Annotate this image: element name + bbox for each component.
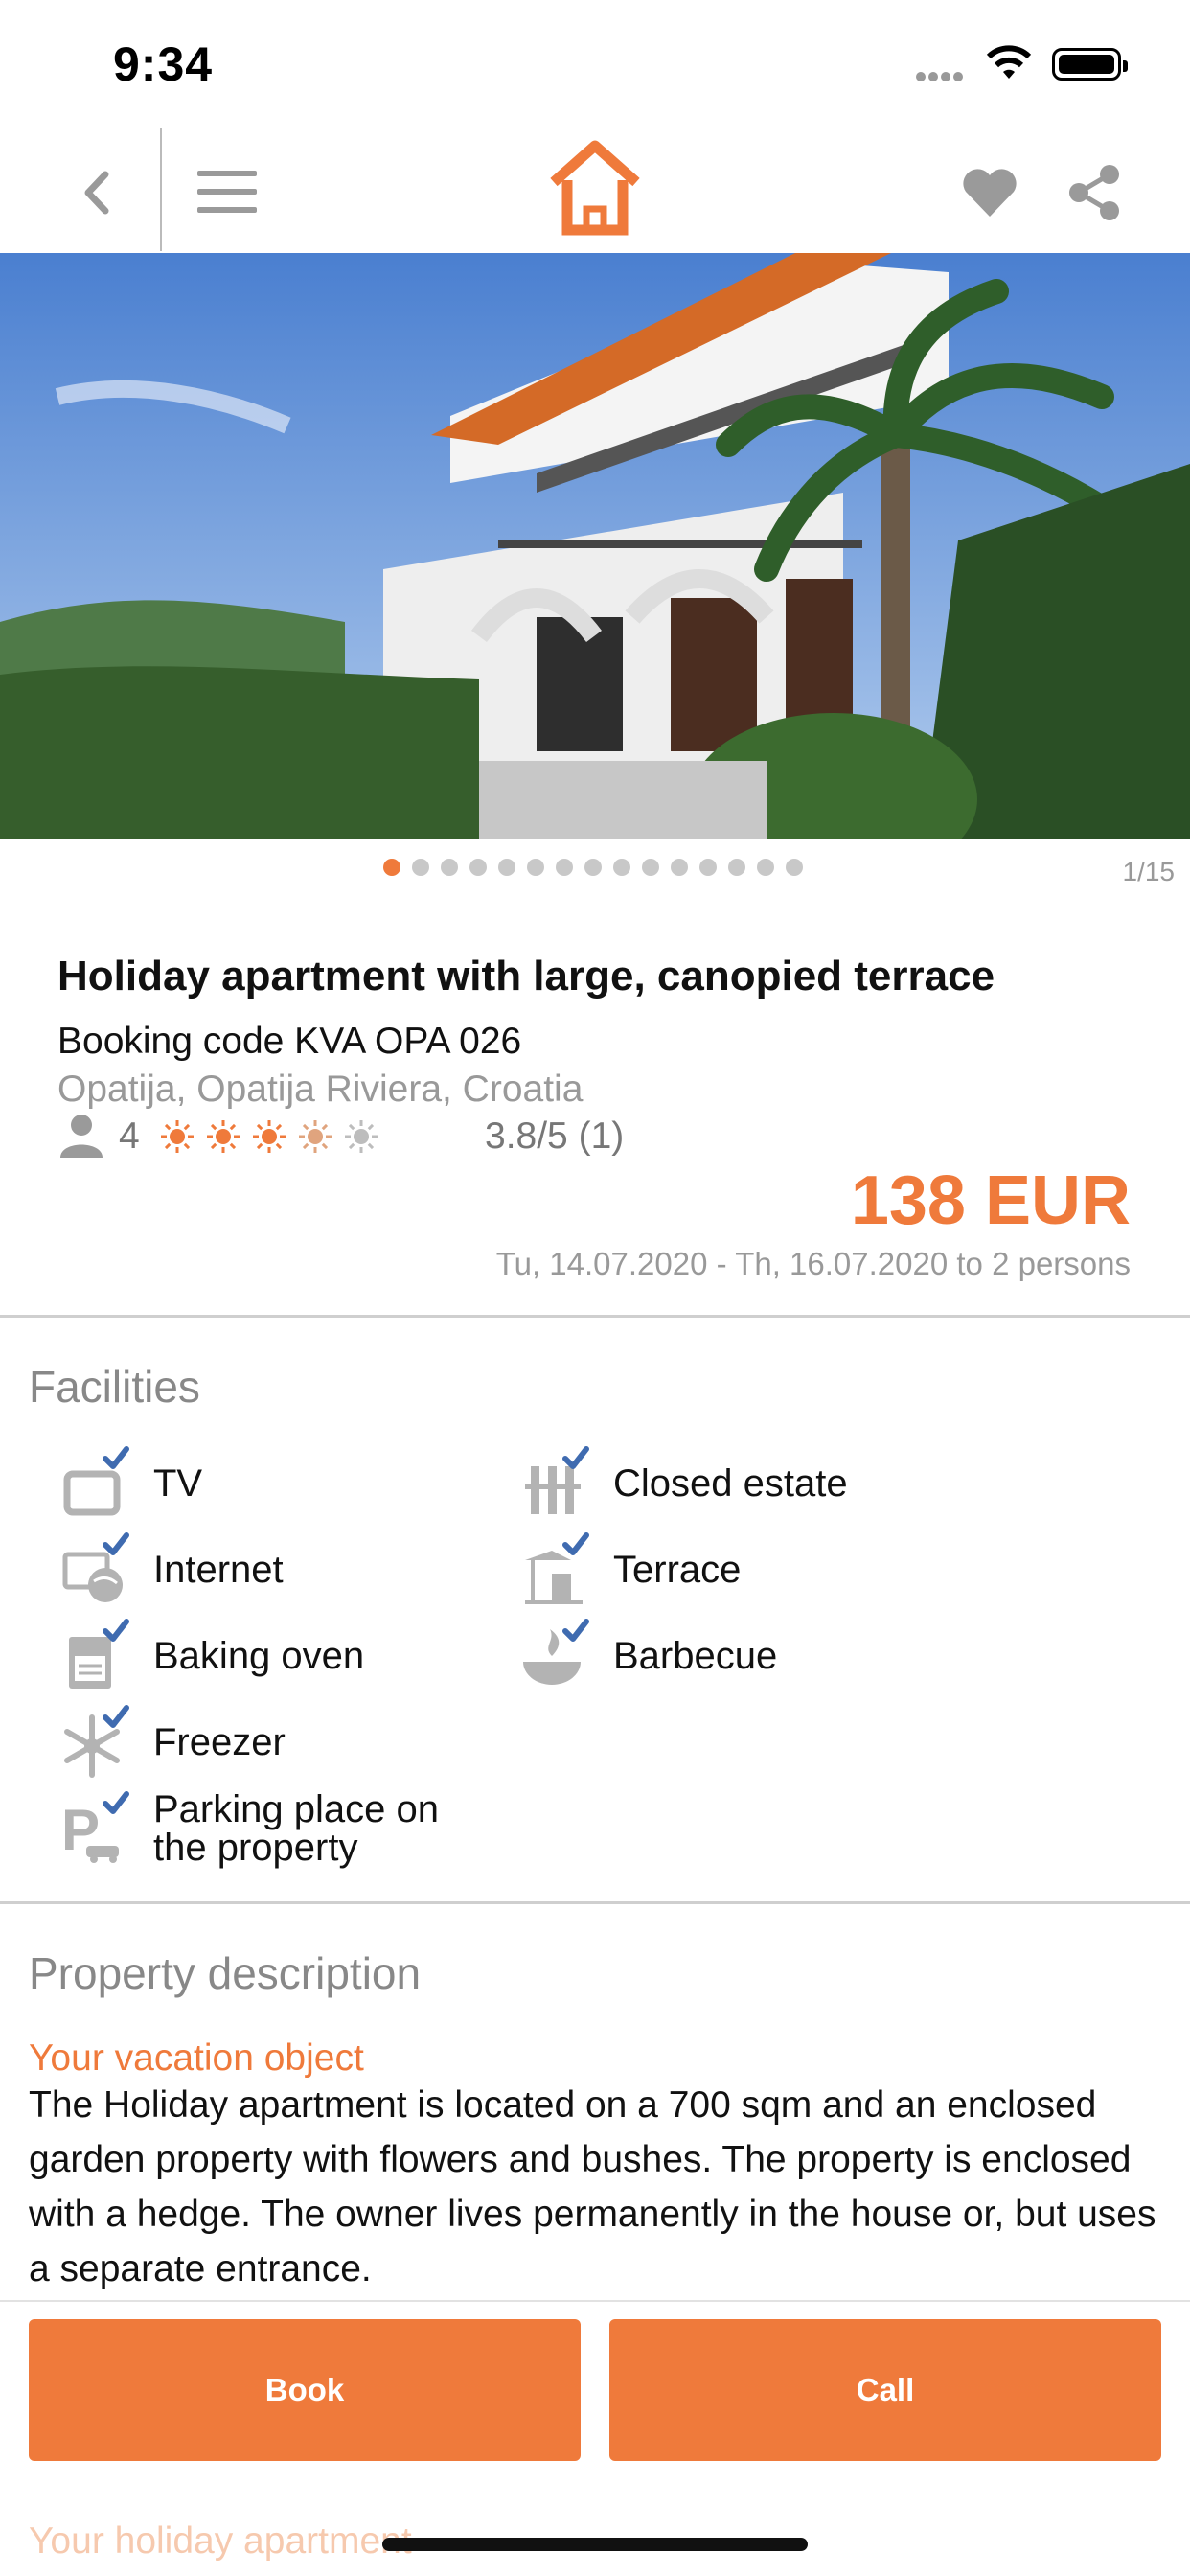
price: 138 EUR <box>850 1162 1131 1239</box>
oven-icon <box>57 1618 134 1694</box>
next-section-heading: Your holiday apartment <box>29 2520 412 2562</box>
carousel-dot[interactable] <box>642 859 659 876</box>
listing-title: Holiday apartment with large, canopied t… <box>57 953 995 1000</box>
carousel-dot[interactable] <box>556 859 573 876</box>
back-button[interactable] <box>67 161 130 224</box>
travel-dates[interactable]: Tu, 14.07.2020 - Th, 16.07.2020 to 2 per… <box>496 1246 1131 1282</box>
cellular-signal-icon <box>916 69 966 86</box>
divider <box>0 1315 1190 1318</box>
carousel-dot[interactable] <box>469 859 487 876</box>
photo-pagination-dots[interactable] <box>383 859 814 881</box>
listing-location: Opatija, Opatija Riviera, Croatia <box>57 1069 584 1110</box>
facility-label: Closed estate <box>613 1462 848 1505</box>
facility-item: Closed estate <box>517 1445 848 1522</box>
facilities-heading: Facilities <box>29 1362 200 1412</box>
facility-label: TV <box>153 1462 203 1505</box>
carousel-dot[interactable] <box>671 859 688 876</box>
facility-label: Terrace <box>613 1549 742 1591</box>
parking-icon: P <box>57 1790 134 1867</box>
facility-item: Barbecue <box>517 1618 777 1694</box>
facility-label: Baking oven <box>153 1635 365 1677</box>
carousel-dot[interactable] <box>757 859 774 876</box>
divider <box>0 2300 1190 2302</box>
carousel-dot[interactable] <box>613 859 630 876</box>
sun-rating-icon <box>204 1117 242 1161</box>
carousel-dot[interactable] <box>527 859 544 876</box>
home-logo-icon[interactable] <box>544 136 646 248</box>
facility-item: Baking oven <box>57 1618 364 1694</box>
facility-item: Terrace <box>517 1531 741 1608</box>
share-icon[interactable] <box>1064 161 1127 229</box>
description-subheading: Your vacation object <box>29 2037 364 2079</box>
facility-label: Barbecue <box>613 1635 778 1677</box>
wifi-icon <box>985 44 1033 87</box>
barbecue-icon <box>517 1618 594 1694</box>
call-button[interactable]: Call <box>609 2319 1161 2461</box>
battery-icon <box>1052 48 1128 80</box>
favorite-heart-icon[interactable] <box>958 161 1021 229</box>
sun-rating-icon <box>250 1117 288 1161</box>
description-heading: Property description <box>29 1948 422 1998</box>
nav-divider <box>160 128 162 251</box>
carousel-dot[interactable] <box>728 859 745 876</box>
sun-rating-icons <box>158 1117 388 1161</box>
carousel-dot[interactable] <box>699 859 717 876</box>
terrace-icon <box>517 1531 594 1608</box>
book-button[interactable]: Book <box>29 2319 581 2461</box>
internet-icon <box>57 1531 134 1608</box>
photo-counter: 1/15 <box>1122 857 1176 886</box>
home-indicator[interactable] <box>382 2538 808 2551</box>
property-photo[interactable] <box>0 253 1190 840</box>
carousel-dot[interactable] <box>498 859 515 876</box>
carousel-dot[interactable] <box>441 859 458 876</box>
snowflake-icon <box>57 1704 134 1781</box>
carousel-dot[interactable] <box>786 859 803 876</box>
description-text: The Holiday apartment is located on a 70… <box>29 2084 1156 2289</box>
divider <box>0 1901 1190 1904</box>
facility-label: Internet <box>153 1549 284 1591</box>
status-time: 9:34 <box>113 37 214 91</box>
facility-label: Parking place on the property <box>153 1788 439 1869</box>
tv-icon <box>57 1445 134 1522</box>
sun-rating-icon <box>342 1117 380 1161</box>
facility-label: Freezer <box>153 1721 286 1763</box>
booking-code: Booking code KVA OPA 026 <box>57 1021 522 1062</box>
sun-rating-icon <box>158 1117 196 1161</box>
facility-item: Internet <box>57 1531 284 1608</box>
guest-count: 4 <box>119 1116 140 1157</box>
facility-item: TV <box>57 1445 202 1522</box>
person-icon <box>57 1112 105 1160</box>
rating-score[interactable]: 3.8/5 (1) <box>485 1116 624 1158</box>
carousel-dot[interactable] <box>412 859 429 876</box>
facility-item: P Parking place on the property <box>57 1790 479 1867</box>
facility-item: Freezer <box>57 1704 286 1781</box>
sun-rating-icon <box>296 1117 334 1161</box>
fence-icon <box>517 1445 594 1522</box>
carousel-dot[interactable] <box>584 859 602 876</box>
menu-button[interactable] <box>192 161 263 224</box>
carousel-dot[interactable] <box>383 859 400 876</box>
